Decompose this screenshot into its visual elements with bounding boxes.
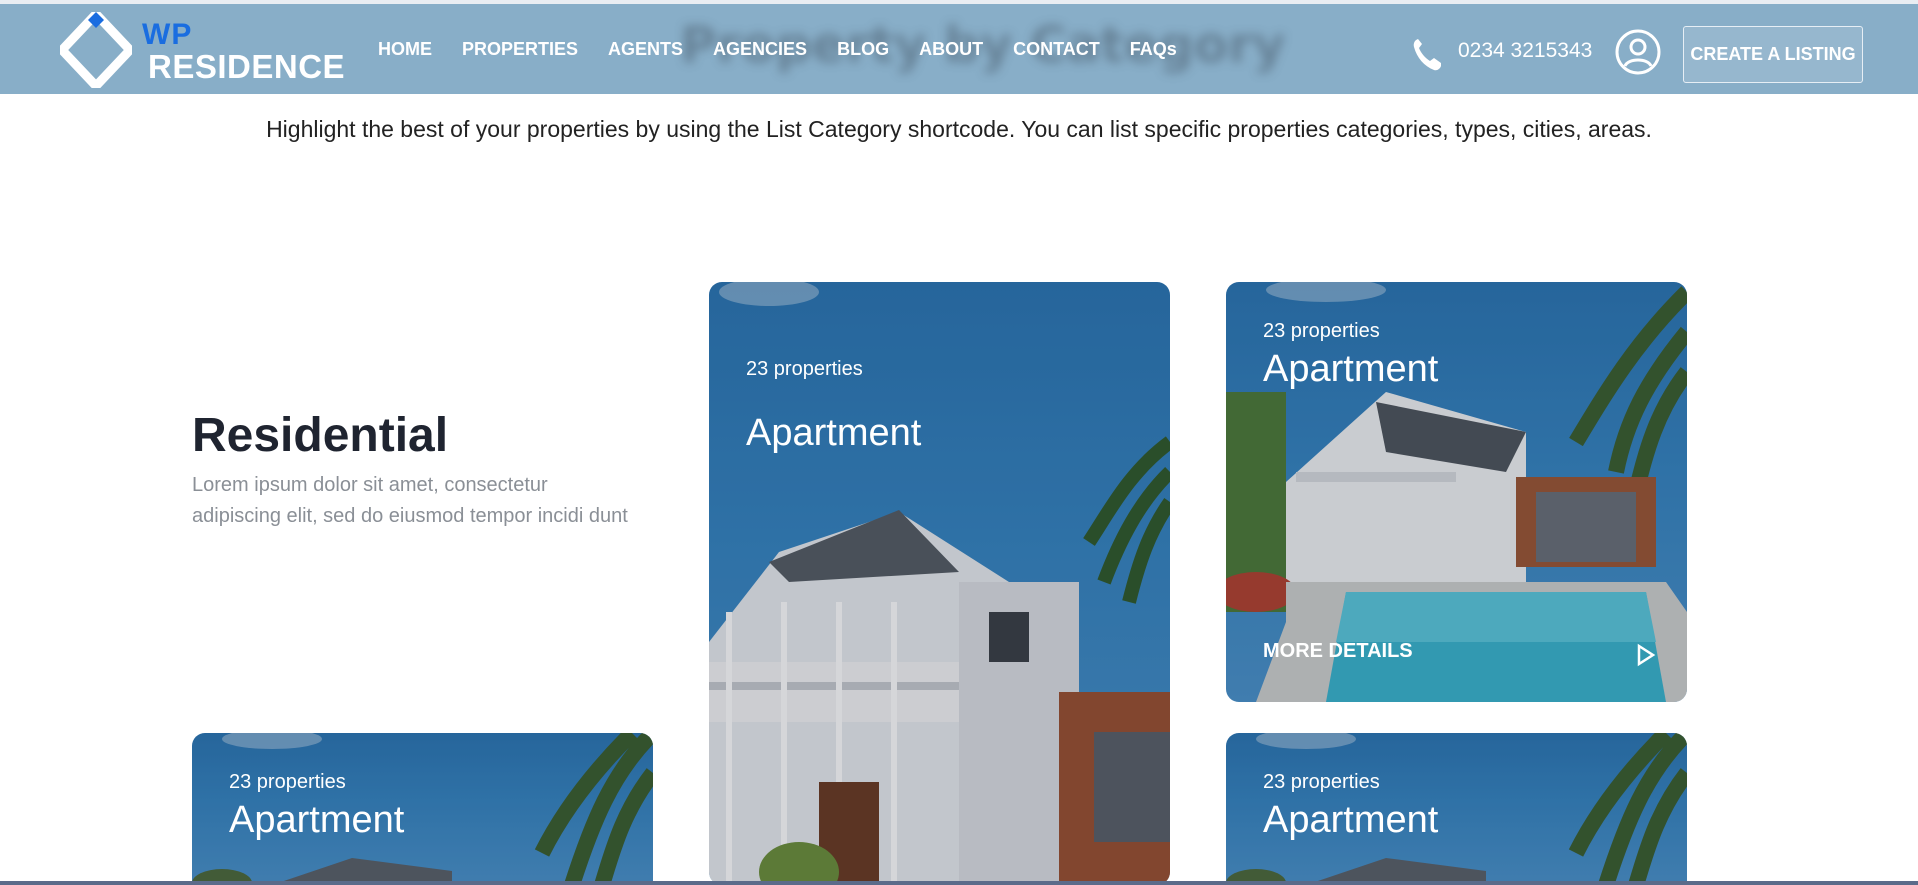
bottom-edge [0,881,1918,885]
card-title: Apartment [1263,799,1439,841]
card-overlay [1226,282,1687,702]
card-count: 23 properties [229,771,346,793]
card-count: 23 properties [1263,771,1380,793]
card-title: Apartment [1263,348,1439,390]
category-card-bottom-left[interactable]: 23 properties Apartment [192,733,653,885]
nav-faqs[interactable]: FAQs [1130,39,1177,60]
main-nav: HOME PROPERTIES AGENTS AGENCIES BLOG ABO… [378,39,1207,60]
card-count: 23 properties [1263,320,1380,342]
phone-icon[interactable] [1412,37,1442,71]
logo-diamond-icon [60,12,132,88]
create-listing-button[interactable]: CREATE A LISTING [1683,26,1863,83]
phone-number[interactable]: 0234 3215343 [1458,39,1592,63]
card-title: Apartment [746,412,922,454]
intro-text: Highlight the best of your properties by… [266,116,1652,142]
site-logo[interactable]: WP RESIDENCE [60,12,345,92]
card-count: 23 properties [746,358,863,380]
section-title: Residential [192,409,449,462]
nav-blog[interactable]: BLOG [837,39,889,60]
section-description: Lorem ipsum dolor sit amet, consectetur … [192,474,628,527]
nav-agencies[interactable]: AGENCIES [713,39,807,60]
nav-about[interactable]: ABOUT [919,39,983,60]
user-icon[interactable] [1615,29,1661,75]
nav-contact[interactable]: CONTACT [1013,39,1100,60]
more-details-link[interactable]: MORE DETAILS [1263,640,1413,663]
nav-home[interactable]: HOME [378,39,432,60]
logo-residence-text: RESIDENCE [148,48,346,85]
category-card-bottom-right[interactable]: 23 properties Apartment [1226,733,1687,885]
play-arrow-icon[interactable] [1636,643,1656,667]
site-header: Property by Category WP RESIDENCE HOME P… [0,4,1918,94]
category-card-tall[interactable]: 23 properties Apartment [709,282,1170,885]
card-title: Apartment [229,799,405,841]
nav-properties[interactable]: PROPERTIES [462,39,578,60]
nav-agents[interactable]: AGENTS [608,39,683,60]
logo-wp-text: WP [142,18,193,51]
category-card-top-right[interactable]: 23 properties Apartment MORE DETAILS [1226,282,1687,702]
